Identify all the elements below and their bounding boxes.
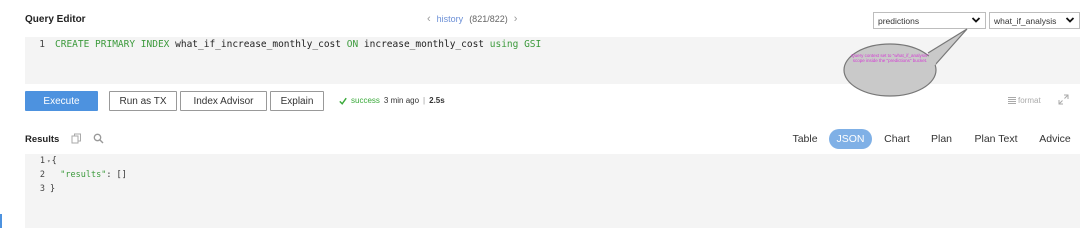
status-separator: | xyxy=(423,96,426,105)
output-line: 3} xyxy=(25,184,55,194)
chevron-down-icon xyxy=(1065,17,1075,23)
tab-plan-text[interactable]: Plan Text xyxy=(971,129,1021,149)
expand-icon[interactable] xyxy=(1058,94,1069,105)
callout-bubble xyxy=(843,28,968,97)
line-number: 1 xyxy=(39,156,45,166)
format-label: format xyxy=(1018,96,1041,105)
json-brace: { xyxy=(51,156,57,166)
callout-text: Query context set to "what_if_analysis" … xyxy=(851,53,929,64)
tab-table[interactable]: Table xyxy=(790,129,820,149)
history-next-icon[interactable]: › xyxy=(514,13,518,24)
keyword: ON xyxy=(346,39,359,50)
chevron-down-icon xyxy=(971,17,981,23)
fold-toggle-icon[interactable]: ▾ xyxy=(47,158,51,165)
run-as-tx-button[interactable]: Run as TX xyxy=(109,91,177,111)
explain-button[interactable]: Explain xyxy=(270,91,324,111)
execute-button[interactable]: Execute xyxy=(25,91,98,111)
context-callout: Query context set to "what_if_analysis" … xyxy=(843,28,968,97)
output-line: 1 ▾{ xyxy=(25,156,57,166)
page-title: Query Editor xyxy=(25,14,86,25)
json-key: "results" xyxy=(60,170,107,180)
results-label: Results xyxy=(25,134,60,145)
history-link[interactable]: history xyxy=(437,14,464,24)
output-line: 2 "results": [] xyxy=(25,170,127,180)
line-number: 1 xyxy=(39,39,45,50)
keyword: CREATE PRIMARY INDEX xyxy=(55,39,170,50)
json-brace: } xyxy=(50,184,56,194)
tab-advice[interactable]: Advice xyxy=(1037,129,1073,149)
tab-json[interactable]: JSON xyxy=(829,129,872,149)
search-icon[interactable] xyxy=(93,133,104,144)
status-text: success xyxy=(351,96,380,105)
copy-icon[interactable] xyxy=(71,133,82,144)
window-edge-marker xyxy=(0,214,2,228)
bucket-select-value: predictions xyxy=(878,15,920,26)
tab-chart[interactable]: Chart xyxy=(882,129,912,149)
status-duration: 2.5s xyxy=(429,96,445,105)
align-icon xyxy=(1008,97,1016,104)
history-nav: ‹ history (821/822) › xyxy=(427,13,518,24)
editor-line: 1 CREATE PRIMARY INDEX what_if_increase_m… xyxy=(25,39,541,50)
identifier: what_if_increase_monthly_cost xyxy=(175,39,341,50)
scope-select-value: what_if_analysis xyxy=(994,15,1057,26)
query-status: success 3 min ago | 2.5s xyxy=(339,96,445,105)
check-icon xyxy=(339,97,347,105)
line-number: 2 xyxy=(39,170,45,180)
bucket-select[interactable]: predictions xyxy=(873,12,986,29)
format-button[interactable]: format xyxy=(1008,96,1041,105)
history-count: (821/822) xyxy=(469,14,508,24)
json-value: : [] xyxy=(106,170,127,180)
tab-plan[interactable]: Plan xyxy=(929,129,954,149)
identifier: increase_monthly_cost xyxy=(363,39,485,50)
history-prev-icon[interactable]: ‹ xyxy=(427,13,431,24)
line-number: 3 xyxy=(39,184,45,194)
keyword: using GSI xyxy=(489,39,542,50)
results-output: 1 ▾{ 2 "results": [] 3} xyxy=(25,154,1080,228)
status-time: 3 min ago xyxy=(383,96,420,105)
scope-select[interactable]: what_if_analysis xyxy=(989,12,1080,29)
index-advisor-button[interactable]: Index Advisor xyxy=(180,91,267,111)
